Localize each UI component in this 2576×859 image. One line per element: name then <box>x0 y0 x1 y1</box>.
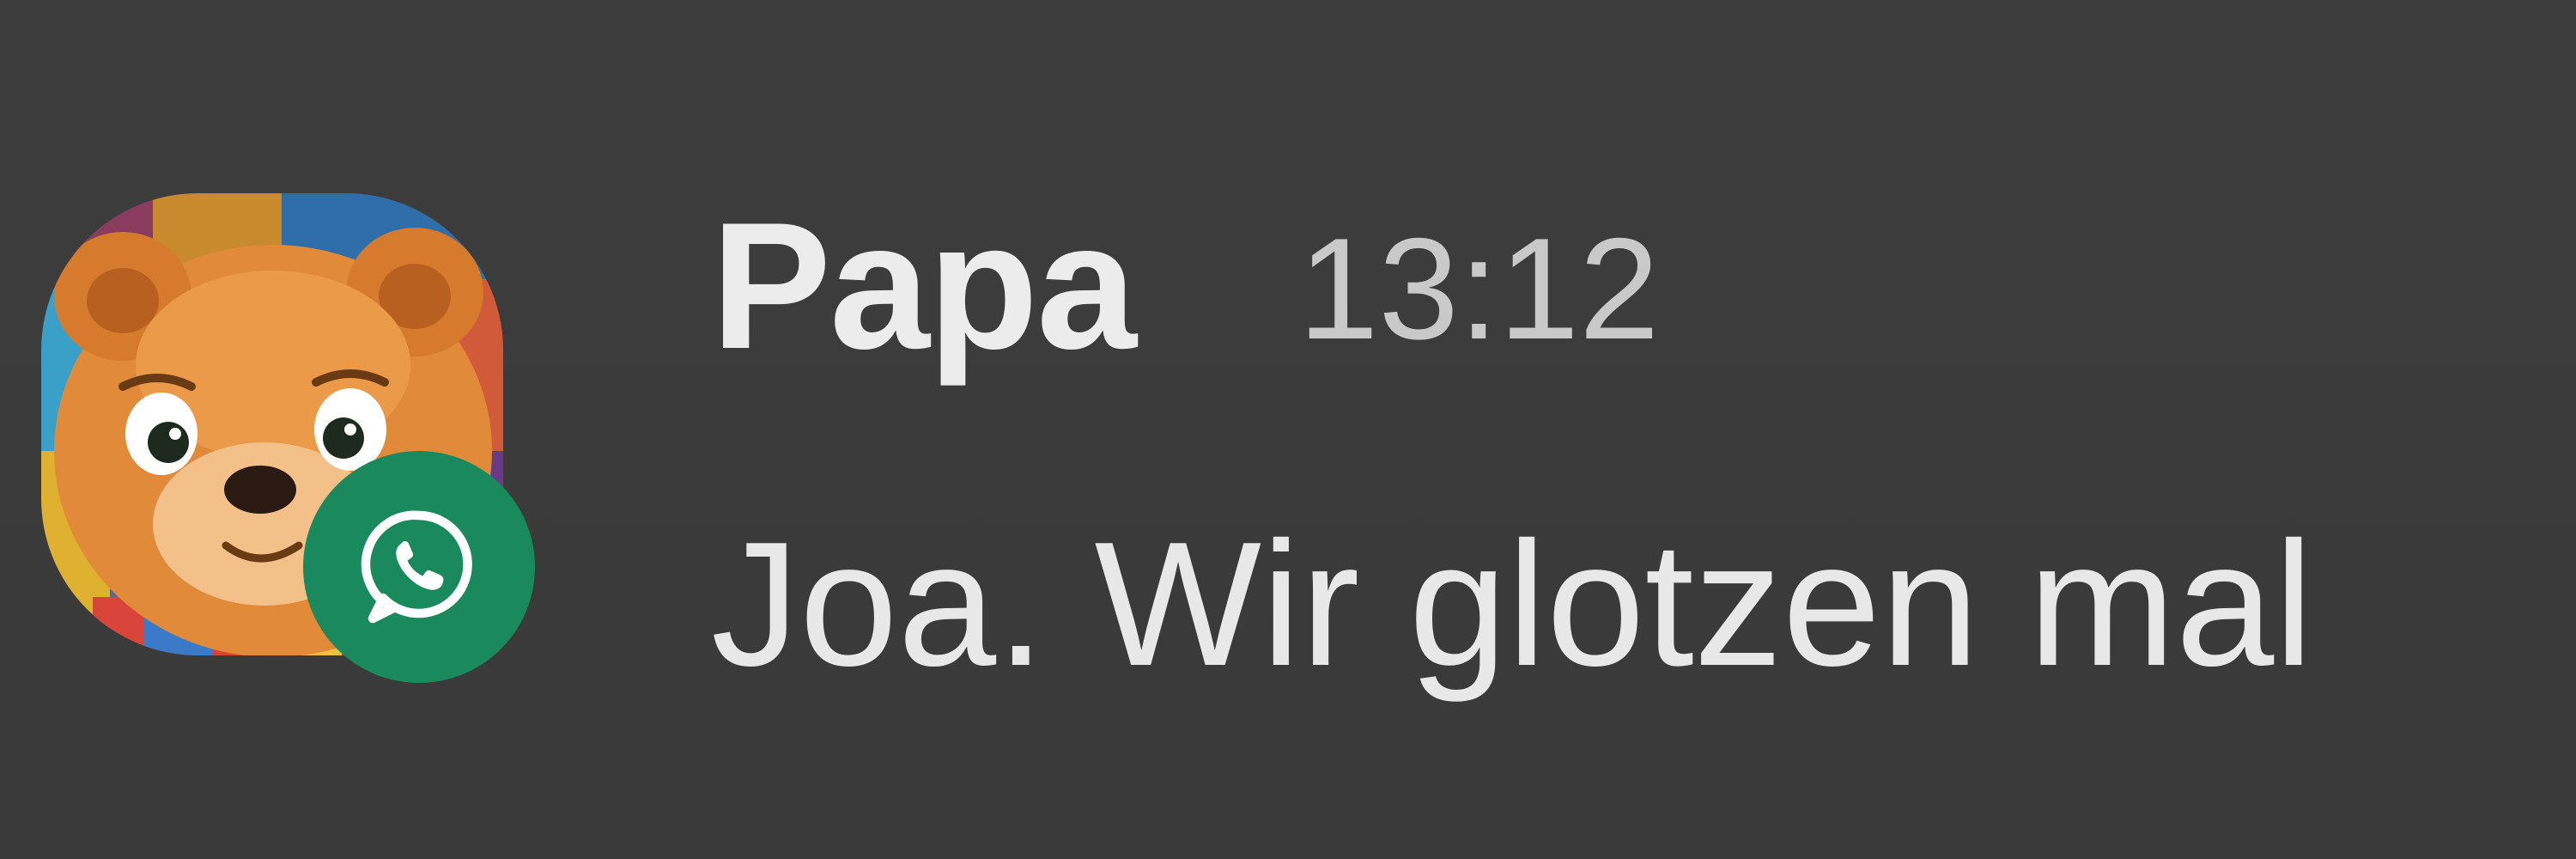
sender-name: Papa <box>711 185 1137 387</box>
avatar-container <box>41 193 535 683</box>
whatsapp-badge <box>303 451 535 683</box>
message-preview: Joa. Wir glotzen mal <box>711 505 2314 703</box>
message-time: 13:12 <box>1298 208 1660 369</box>
chat-notification[interactable]: Papa 13:12 Joa. Wir glotzen mal <box>0 0 2576 859</box>
whatsapp-icon <box>361 510 472 624</box>
